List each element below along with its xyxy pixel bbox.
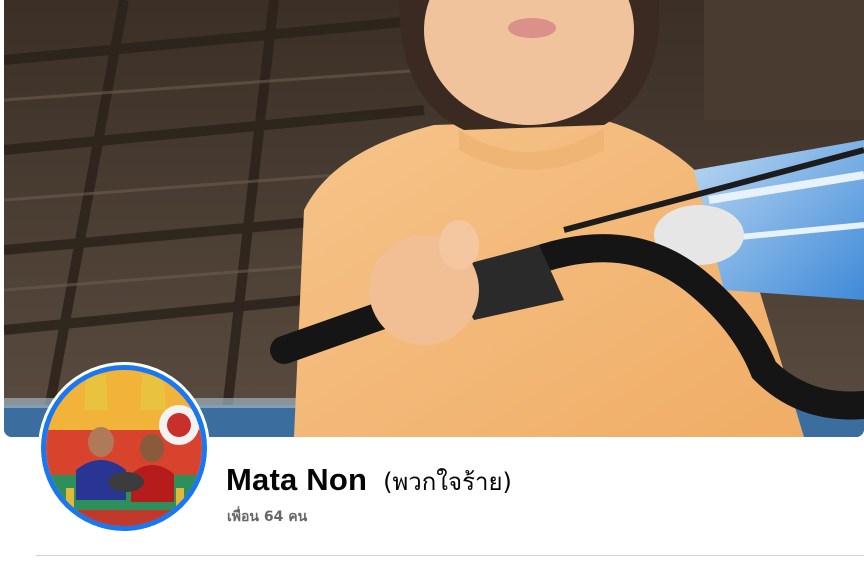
friends-count-link[interactable]: เพื่อน 64 คน — [227, 506, 307, 528]
profile-name[interactable]: Mata Non — [226, 462, 367, 498]
avatar-photo — [46, 370, 202, 526]
alternate-name: (พวกใจร้าย) — [383, 468, 512, 496]
divider — [36, 555, 864, 556]
avatar[interactable] — [41, 365, 207, 531]
profile-name-row: Mata Non (พวกใจร้าย) — [226, 462, 512, 501]
